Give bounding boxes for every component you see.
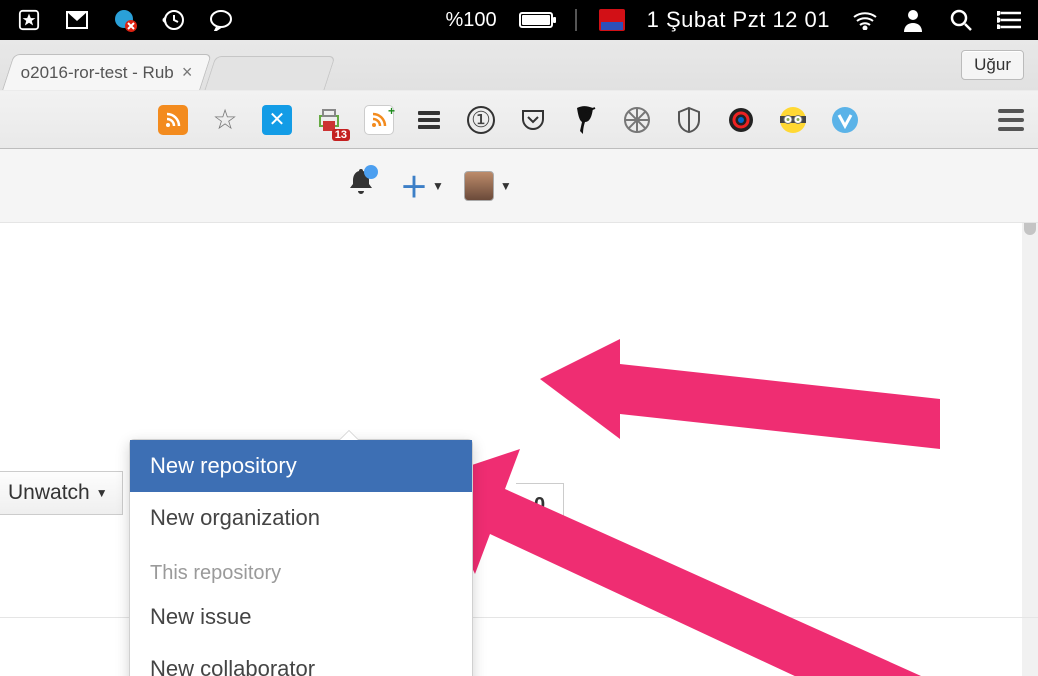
chrome-menu-icon[interactable] — [994, 103, 1028, 137]
chat-icon[interactable] — [208, 7, 234, 33]
avatar — [464, 171, 494, 201]
search-icon[interactable] — [948, 7, 974, 33]
globe-error-icon[interactable] — [112, 7, 138, 33]
caret-down-icon: ▼ — [432, 179, 444, 193]
rss-add-extension-icon[interactable]: + — [364, 105, 394, 135]
annotation-arrow-icon — [420, 339, 960, 479]
create-new-button[interactable]: ＋ ▼ — [400, 166, 444, 206]
menubar-date: 1 Şubat Pzt 12 01 — [647, 7, 830, 33]
chrome-user-button[interactable]: Uğur — [961, 50, 1024, 80]
battery-icon — [519, 12, 553, 28]
wifi-icon[interactable] — [852, 7, 878, 33]
caret-down-icon: ▼ — [500, 179, 512, 193]
separator-icon — [575, 9, 577, 31]
browser-tab[interactable]: o2016-ror-test - Rub × — [2, 54, 211, 90]
menu-item-new-collaborator[interactable]: New collaborator — [130, 643, 472, 676]
mac-menubar: %100 PC 1 Şubat Pzt 12 01 — [0, 0, 1038, 40]
minion-extension-icon[interactable] — [776, 103, 810, 137]
watch-controls: Unwatch ▼ — [0, 471, 123, 515]
tab-title: o2016-ror-test - Rub — [21, 63, 174, 83]
battery-percent: %100 — [445, 9, 496, 32]
github-header: ＋ ▼ ▼ — [0, 149, 1038, 223]
notification-dot-icon — [364, 165, 378, 179]
pocket-extension-icon[interactable] — [516, 103, 550, 137]
create-new-dropdown: New repository New organization This rep… — [129, 439, 473, 676]
tab-strip: o2016-ror-test - Rub × Uğur — [0, 40, 1038, 90]
menu-item-new-issue[interactable]: New issue — [130, 591, 472, 643]
menu-item-new-repository[interactable]: New repository — [130, 440, 472, 492]
mail-icon[interactable] — [64, 7, 90, 33]
unwatch-button[interactable]: Unwatch ▼ — [0, 471, 123, 515]
watch-count[interactable]: 0 — [516, 483, 564, 527]
browser-toolbar: ☆ ✕ 13 + ① — [0, 90, 1038, 148]
menu-item-new-organization[interactable]: New organization — [130, 492, 472, 544]
app-icon[interactable] — [16, 7, 42, 33]
aperture-extension-icon[interactable] — [620, 103, 654, 137]
buffer-extension-icon[interactable] — [412, 103, 446, 137]
colorpicker-extension-icon[interactable] — [724, 103, 758, 137]
onepassword-extension-icon[interactable]: ① — [464, 103, 498, 137]
unwatch-label: Unwatch — [8, 481, 90, 505]
menu-section-header: This repository — [130, 562, 472, 591]
page-content: ＋ ▼ ▼ Unwatch ▼ 0 New repository New org… — [0, 149, 1038, 676]
tab-close-icon[interactable]: × — [182, 62, 193, 83]
plus-icon: ＋ — [400, 166, 428, 206]
shield-extension-icon[interactable] — [672, 103, 706, 137]
extension-badge: 13 — [332, 129, 350, 141]
notifications-icon[interactable] — [350, 169, 372, 202]
ninja-extension-icon[interactable] — [568, 103, 602, 137]
vee-extension-icon[interactable] — [828, 103, 862, 137]
hive-extension-icon[interactable]: ✕ — [260, 103, 294, 137]
new-tab-button[interactable] — [204, 56, 335, 90]
browser-chrome: o2016-ror-test - Rub × Uğur ☆ ✕ 13 + ① — [0, 40, 1038, 149]
history-icon[interactable] — [160, 7, 186, 33]
bookmark-star-icon[interactable]: ☆ — [208, 103, 242, 137]
user-icon[interactable] — [900, 7, 926, 33]
caret-down-icon: ▼ — [96, 486, 108, 500]
rss-extension-icon[interactable] — [156, 103, 190, 137]
flag-tr-icon[interactable]: PC — [599, 9, 625, 31]
user-menu-button[interactable]: ▼ — [464, 171, 512, 201]
menu-list-icon[interactable] — [996, 7, 1022, 33]
printer-extension-icon[interactable]: 13 — [312, 103, 346, 137]
scrollbar[interactable] — [1022, 149, 1038, 676]
